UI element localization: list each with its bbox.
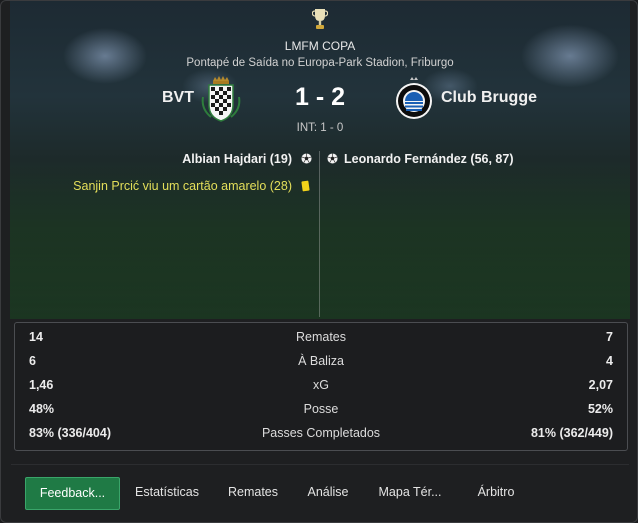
match-report-panel: LMFM COPA Pontapé de Saída no Europa-Par…	[0, 0, 638, 523]
stat-label: xG	[313, 378, 329, 392]
match-score: 1 - 2	[294, 83, 346, 111]
stat-label: Remates	[295, 330, 347, 344]
referee-button[interactable]: Árbitro	[467, 477, 525, 508]
feedback-button[interactable]: Feedback...	[25, 477, 120, 510]
stat-away-value: 4	[606, 354, 613, 368]
stat-row-on-target: 6 À Baliza 4	[15, 354, 627, 374]
match-stats-table: 14 Remates 7 6 À Baliza 4 1,46 xG 2,07 4…	[14, 322, 628, 451]
football-icon	[327, 153, 338, 164]
shots-button[interactable]: Remates	[219, 477, 287, 508]
yellow-card-icon	[301, 180, 310, 192]
stat-row-possession: 48% Posse 52%	[15, 402, 627, 422]
trophy-icon	[312, 9, 328, 29]
analysis-button[interactable]: Análise	[299, 477, 357, 508]
competition-name: LMFM COPA	[284, 39, 356, 53]
halftime-score: INT: 1 - 0	[296, 122, 344, 134]
stat-away-value: 7	[606, 330, 613, 344]
away-team-crest-icon[interactable]	[394, 77, 434, 121]
stat-away-value: 2,07	[588, 378, 613, 392]
stat-label: À Baliza	[298, 354, 344, 368]
home-goal-event[interactable]: Albian Hajdari (19)	[182, 152, 292, 166]
timeline-divider	[319, 151, 320, 317]
territory-map-button[interactable]: Mapa Tér...	[369, 477, 451, 508]
stat-row-shots: 14 Remates 7	[15, 330, 627, 350]
statistics-button[interactable]: Estatísticas	[129, 477, 205, 508]
venue-info: Pontapé de Saída no Europa-Park Stadion,…	[186, 57, 454, 69]
stat-row-passes: 83% (336/404) Passes Completados 81% (36…	[15, 426, 627, 446]
football-icon	[301, 153, 312, 164]
stat-away-value: 52%	[587, 402, 613, 416]
away-team-name[interactable]: Club Brugge	[441, 89, 537, 107]
stat-row-xg: 1,46 xG 2,07	[15, 378, 627, 398]
home-card-event[interactable]: Sanjin Prcić viu um cartão amarelo (28)	[73, 179, 292, 193]
stat-label: Posse	[303, 402, 339, 416]
stat-away-value: 81% (362/449)	[530, 426, 613, 440]
away-goal-event[interactable]: Leonardo Fernández (56, 87)	[344, 152, 513, 166]
